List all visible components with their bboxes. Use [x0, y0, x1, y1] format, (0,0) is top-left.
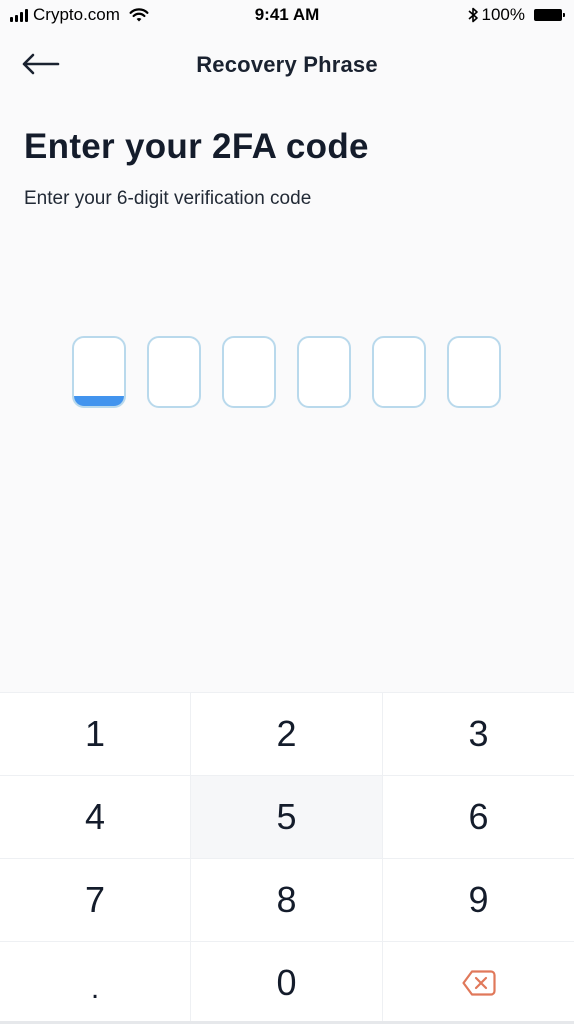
key-4[interactable]: 4 [0, 776, 191, 859]
bluetooth-icon [467, 7, 478, 23]
nav-header: Recovery Phrase [0, 30, 574, 100]
code-digit-3[interactable] [222, 336, 276, 408]
status-right: 100% [467, 5, 565, 25]
page-title: Enter your 2FA code [24, 127, 369, 166]
nav-title: Recovery Phrase [196, 52, 378, 77]
key-1[interactable]: 1 [0, 693, 191, 776]
code-digit-6[interactable] [447, 336, 501, 408]
battery-percent: 100% [481, 5, 525, 24]
code-digit-2[interactable] [147, 336, 201, 408]
code-digit-4[interactable] [297, 336, 351, 408]
key-7[interactable]: 7 [0, 859, 191, 942]
key-5[interactable]: 5 [191, 776, 383, 859]
code-input-group [72, 336, 501, 408]
key-9[interactable]: 9 [383, 859, 574, 942]
key-decimal-label: . [90, 972, 100, 1005]
key-3[interactable]: 3 [383, 693, 574, 776]
key-0[interactable]: 0 [191, 942, 383, 1024]
battery-icon [534, 9, 565, 21]
page-subtitle: Enter your 6-digit verification code [24, 188, 312, 209]
backspace-icon [461, 970, 496, 996]
key-decimal[interactable]: . [0, 942, 191, 1024]
key-6[interactable]: 6 [383, 776, 574, 859]
code-digit-5[interactable] [372, 336, 426, 408]
status-bar: Crypto.com 9:41 AM 100% [0, 0, 574, 30]
numeric-keypad: 1 2 3 4 5 6 7 8 9 . 0 [0, 692, 574, 1024]
backspace-button[interactable] [383, 942, 574, 1024]
key-8[interactable]: 8 [191, 859, 383, 942]
code-digit-1[interactable] [72, 336, 126, 408]
key-2[interactable]: 2 [191, 693, 383, 776]
